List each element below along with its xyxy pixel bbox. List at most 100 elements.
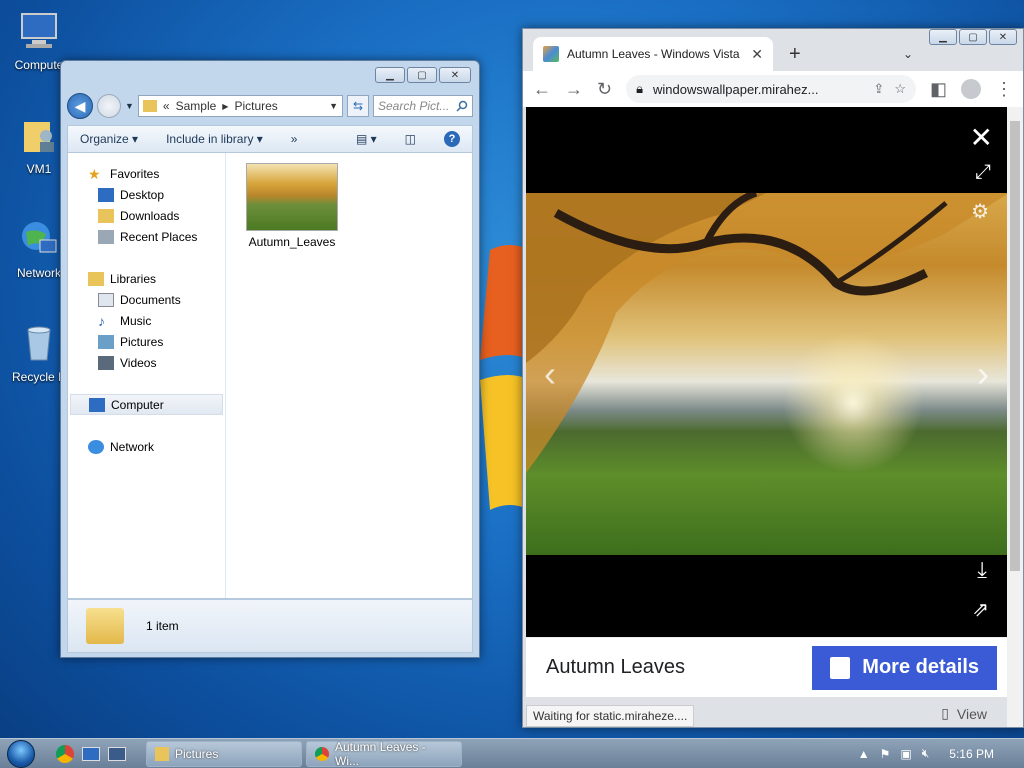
videos-icon — [98, 355, 114, 370]
address-bar[interactable]: « Sample ▶ Pictures ▼ — [137, 95, 343, 117]
nav-music[interactable]: ♪ Music — [68, 310, 225, 331]
nav-libraries[interactable]: Libraries — [68, 268, 225, 289]
nav-videos[interactable]: Videos — [68, 352, 225, 373]
back-button[interactable]: ◀ — [67, 93, 93, 119]
organize-button[interactable]: Organize ▾ — [80, 132, 138, 146]
gear-icon[interactable]: ⚙ — [971, 199, 989, 224]
tab-strip: Autumn Leaves - Windows Vista ✕ + ⌄ ▁ ▢ … — [523, 29, 1023, 71]
share-icon[interactable]: ⇗ — [972, 597, 989, 622]
breadcrumb-prefix: « — [162, 99, 170, 113]
document-list-icon — [830, 656, 851, 679]
nav-favorites[interactable]: ★ Favorites — [68, 163, 225, 184]
pictures-icon — [98, 334, 114, 349]
minimize-button[interactable]: ▁ — [375, 67, 405, 83]
refresh-button[interactable]: ⇆ — [347, 95, 369, 117]
view-link[interactable]: ▯ View — [941, 705, 987, 722]
profile-avatar-icon[interactable] — [961, 79, 981, 99]
expand-icon[interactable]: ⤢ — [975, 161, 991, 184]
forward-arrow-icon[interactable]: → — [565, 79, 583, 100]
maximize-button[interactable]: ▢ — [959, 29, 987, 45]
star-icon: ★ — [88, 165, 101, 182]
page-scrollbar[interactable] — [1007, 107, 1023, 727]
new-tab-button[interactable]: + — [789, 43, 801, 66]
system-tray: ▲ ⚑ ▣ 🔇︎ 5:16 PM — [858, 746, 1024, 761]
search-input[interactable]: Search Pict... — [373, 95, 473, 117]
show-hidden-icons-icon[interactable]: ▲ — [858, 747, 870, 761]
breadcrumb-pictures[interactable]: Pictures — [234, 99, 277, 113]
address-row: ◀ ▼ « Sample ▶ Pictures ▼ ⇆ Search Pict.… — [67, 93, 473, 119]
help-icon[interactable]: ? — [444, 131, 460, 147]
nav-desktop[interactable]: Desktop — [68, 184, 225, 205]
taskbar-chrome-button[interactable]: Autumn Leaves - Wi... — [306, 740, 462, 768]
computer-icon — [21, 13, 57, 48]
tab-autumn-leaves[interactable]: Autumn Leaves - Windows Vista ✕ — [533, 37, 773, 71]
nav-documents[interactable]: Documents — [68, 289, 225, 310]
switch-windows-quicklaunch-icon[interactable] — [108, 746, 126, 761]
menu-kebab-icon[interactable]: ⋮ — [995, 79, 1013, 100]
file-list: Autumn_Leaves — [226, 153, 472, 598]
image-info-bar: Autumn Leaves More details — [526, 637, 1007, 697]
bookmark-star-icon[interactable]: ☆ — [894, 81, 906, 97]
forward-button[interactable] — [97, 94, 121, 118]
nav-network[interactable]: Network — [68, 436, 225, 457]
nav-recent-places[interactable]: Recent Places — [68, 226, 225, 247]
navigation-pane: ★ Favorites Desktop Downloads Recent Plac… — [68, 153, 226, 598]
tab-search-chevron-down-icon[interactable]: ⌄ — [903, 47, 913, 61]
view-options-icon[interactable]: ▤ ▾ — [356, 132, 377, 146]
downloads-folder-icon — [98, 208, 114, 223]
reload-icon[interactable]: ↻ — [597, 79, 612, 100]
item-count: 1 item — [146, 619, 179, 633]
minimize-button[interactable]: ▁ — [929, 29, 957, 45]
address-dropdown-icon[interactable]: ▼ — [329, 101, 338, 111]
documents-icon — [98, 292, 114, 307]
taskbar: Pictures Autumn Leaves - Wi... ▲ ⚑ ▣ 🔇︎ … — [0, 738, 1024, 768]
chrome-window-controls: ▁ ▢ ✕ — [929, 29, 1017, 45]
image-lightbox: ‹ › ✕ ⤢ ⚙ ⤓ ⇗ — [526, 107, 1009, 697]
back-arrow-icon[interactable]: ← — [533, 79, 551, 100]
user-folder-icon — [24, 122, 54, 152]
volume-muted-icon[interactable]: 🔇︎ — [922, 746, 930, 761]
file-item[interactable]: Autumn_Leaves — [246, 163, 338, 249]
folder-icon — [142, 100, 157, 112]
preview-pane-icon[interactable]: ◫ — [405, 132, 416, 146]
breadcrumb-sample[interactable]: Sample — [176, 99, 217, 113]
chrome-icon — [315, 746, 329, 761]
network-globe-icon — [22, 222, 57, 253]
more-commands-button[interactable]: » — [291, 132, 298, 146]
windows-orb-icon — [7, 739, 35, 768]
nav-downloads[interactable]: Downloads — [68, 205, 225, 226]
computer-icon — [89, 397, 105, 412]
chrome-window: Autumn Leaves - Windows Vista ✕ + ⌄ ▁ ▢ … — [522, 28, 1024, 728]
omnibox[interactable]: 🔒︎ windowswallpaper.mirahez... ⇪ ☆ — [626, 75, 916, 103]
share-icon[interactable]: ⇪ — [873, 81, 884, 97]
nav-pictures[interactable]: Pictures — [68, 331, 225, 352]
close-button[interactable]: ✕ — [989, 29, 1017, 45]
chrome-quicklaunch-icon[interactable] — [56, 744, 74, 763]
taskbar-pictures-button[interactable]: Pictures — [146, 740, 302, 767]
window-controls: ▁ ▢ ✕ — [375, 67, 471, 83]
image-thumbnail — [246, 163, 338, 231]
lock-icon: 🔒︎ — [636, 81, 644, 96]
side-panel-icon[interactable]: ◧ — [930, 79, 947, 100]
maximize-button[interactable]: ▢ — [407, 67, 437, 83]
include-in-library-button[interactable]: Include in library ▾ — [166, 132, 263, 146]
download-icon[interactable]: ⤓ — [977, 557, 987, 583]
show-desktop-quicklaunch-icon[interactable] — [82, 746, 100, 761]
tab-title: Autumn Leaves - Windows Vista — [567, 47, 740, 61]
history-dropdown-icon[interactable]: ▼ — [125, 101, 134, 111]
tab-close-icon[interactable]: ✕ — [751, 46, 763, 63]
url-text: windowswallpaper.mirahez... — [653, 81, 819, 97]
next-image-chevron-right-icon[interactable]: › — [977, 353, 989, 395]
command-bar: Organize ▾ Include in library ▾ » ▤ ▾ ◫ … — [67, 125, 473, 153]
more-details-button[interactable]: More details — [812, 645, 997, 690]
autumn-leaves-photo: ‹ › — [526, 193, 1009, 555]
close-button[interactable]: ✕ — [439, 67, 471, 83]
close-icon[interactable]: ✕ — [970, 121, 993, 154]
network-status-icon[interactable]: ▣ — [900, 747, 911, 761]
action-center-flag-icon[interactable]: ⚑ — [880, 747, 891, 761]
start-button[interactable] — [0, 739, 42, 768]
nav-computer[interactable]: Computer — [70, 394, 223, 415]
desktop-icon — [98, 187, 114, 202]
previous-image-chevron-left-icon[interactable]: ‹ — [544, 353, 556, 395]
clock[interactable]: 5:16 PM — [949, 747, 994, 761]
